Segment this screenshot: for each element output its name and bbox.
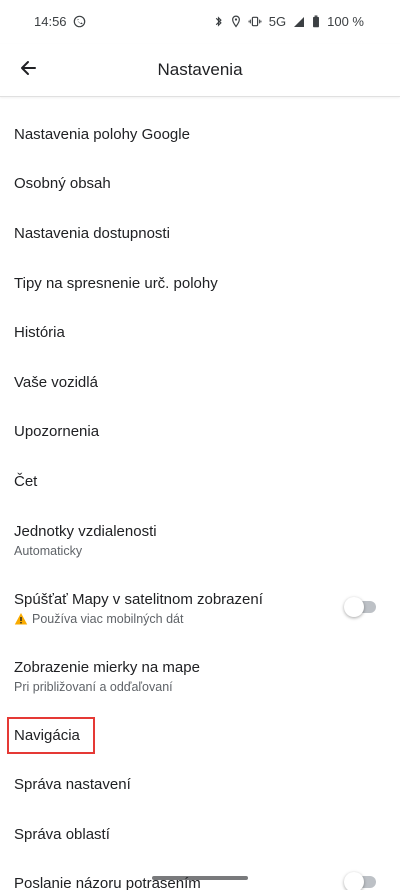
settings-item-personal-content[interactable]: Osobný obsah bbox=[0, 160, 400, 210]
network-type: 5G bbox=[268, 14, 287, 29]
settings-item-satellite-view[interactable]: Spúšťať Mapy v satelitnom zobrazení Použ… bbox=[0, 575, 400, 643]
warning-icon bbox=[14, 612, 28, 626]
settings-item-label: Tipy na spresnenie urč. polohy bbox=[14, 274, 218, 292]
page-title: Nastavenia bbox=[157, 60, 243, 79]
settings-item-label: Jednotky vzdialenosti bbox=[14, 522, 157, 540]
settings-item-label: Vaše vozidlá bbox=[14, 373, 98, 391]
settings-item-label: Správa nastavení bbox=[14, 776, 131, 794]
settings-item-label: Čet bbox=[14, 472, 38, 490]
settings-item-label: Správa oblastí bbox=[14, 825, 110, 843]
settings-list: Nastavenia polohy Google Osobný obsah Na… bbox=[0, 110, 400, 890]
app-bar: Nastavenia bbox=[0, 44, 400, 97]
home-indicator[interactable] bbox=[152, 876, 248, 880]
status-time: 14:56 bbox=[34, 14, 67, 29]
settings-item-label: Nastavenia polohy Google bbox=[14, 125, 190, 143]
settings-item-label: Nastavenia dostupnosti bbox=[14, 224, 170, 242]
settings-screen: 14:56 5G 100 % Nastavenia Nastavenia pol… bbox=[0, 0, 400, 890]
toggle-knob bbox=[344, 596, 364, 617]
settings-item-manage-areas[interactable]: Správa oblastí bbox=[0, 810, 400, 860]
settings-item-label: Spúšťať Mapy v satelitnom zobrazení bbox=[14, 590, 263, 608]
settings-item-label: Navigácia bbox=[14, 726, 80, 744]
settings-item-subtitle: Automaticky bbox=[14, 543, 83, 558]
settings-item-label: História bbox=[14, 324, 65, 342]
battery-level: 100 % bbox=[327, 14, 364, 29]
settings-item-accessibility[interactable]: Nastavenia dostupnosti bbox=[0, 209, 400, 259]
status-left: 14:56 bbox=[34, 14, 86, 29]
battery-icon bbox=[312, 15, 320, 28]
bluetooth-icon bbox=[214, 15, 224, 28]
settings-item-subtitle: Pri približovaní a odďaľovaní bbox=[14, 679, 173, 694]
toggle-knob bbox=[344, 872, 364, 890]
status-bar: 14:56 5G 100 % bbox=[0, 0, 400, 44]
settings-item-map-scale[interactable]: Zobrazenie mierky na mape Pri približova… bbox=[0, 643, 400, 711]
vibrate-icon bbox=[248, 15, 262, 28]
settings-item-location-accuracy-tips[interactable]: Tipy na spresnenie urč. polohy bbox=[0, 259, 400, 309]
signal-icon bbox=[293, 16, 305, 28]
settings-item-history[interactable]: História bbox=[0, 308, 400, 358]
settings-item-label: Osobný obsah bbox=[14, 175, 111, 193]
settings-item-notifications[interactable]: Upozornenia bbox=[0, 408, 400, 458]
settings-item-label: Upozornenia bbox=[14, 423, 100, 441]
settings-item-subtitle: Používa viac mobilných dát bbox=[14, 610, 400, 628]
settings-item-your-vehicles[interactable]: Vaše vozidlá bbox=[0, 358, 400, 408]
settings-item-distance-units[interactable]: Jednotky vzdialenosti Automaticky bbox=[0, 507, 400, 575]
location-icon bbox=[231, 15, 241, 28]
settings-item-google-location[interactable]: Nastavenia polohy Google bbox=[0, 110, 400, 160]
warning-text: Používa viac mobilných dát bbox=[32, 611, 184, 626]
settings-item-shake-feedback[interactable]: Poslanie názoru potrasením bbox=[0, 860, 400, 890]
settings-item-navigation[interactable]: Navigácia bbox=[0, 711, 400, 761]
settings-item-label: Zobrazenie mierky na mape bbox=[14, 658, 200, 676]
settings-item-manage-settings[interactable]: Správa nastavení bbox=[0, 760, 400, 810]
settings-item-chat[interactable]: Čet bbox=[0, 457, 400, 507]
shake-feedback-toggle[interactable] bbox=[344, 872, 376, 890]
status-right: 5G 100 % bbox=[214, 14, 364, 29]
satellite-view-toggle[interactable] bbox=[344, 596, 376, 617]
viber-icon bbox=[73, 15, 86, 28]
